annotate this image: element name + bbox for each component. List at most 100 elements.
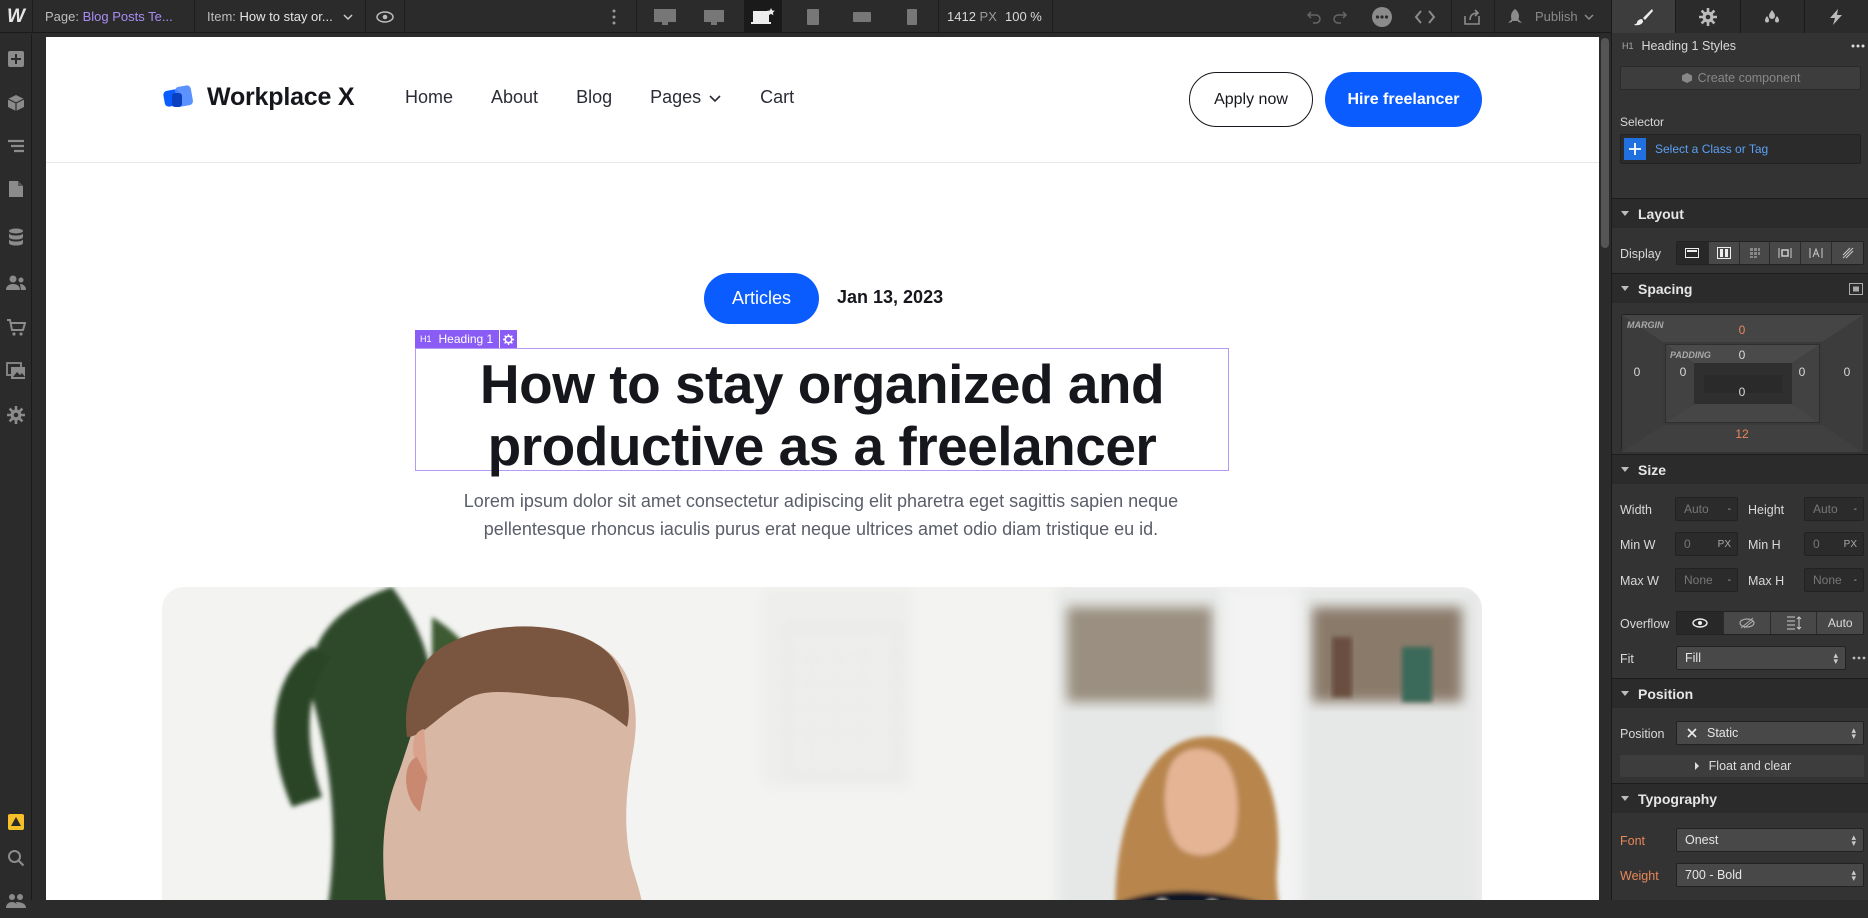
max-height-unit: -: [1853, 574, 1857, 586]
spacing-section-header[interactable]: Spacing: [1612, 273, 1868, 303]
undo-icon[interactable]: [1303, 0, 1325, 33]
nav-dropdown-pages[interactable]: Pages: [650, 87, 722, 108]
webflow-logo[interactable]: W: [0, 0, 32, 33]
overflow-scroll-icon[interactable]: [1769, 612, 1817, 634]
min-height-field[interactable]: 0 PX: [1804, 532, 1864, 556]
element-settings-tab[interactable]: [1675, 0, 1739, 33]
typography-section-header[interactable]: Typography: [1612, 783, 1868, 813]
padding-right-value[interactable]: 0: [1792, 365, 1812, 379]
search-icon[interactable]: [0, 841, 31, 875]
share-icon[interactable]: [1459, 0, 1485, 33]
breakpoint-tablet-icon[interactable]: [794, 0, 832, 33]
pages-icon[interactable]: [0, 172, 31, 206]
hire-freelancer-button[interactable]: Hire freelancer: [1325, 72, 1482, 127]
padding-top-value[interactable]: 0: [1732, 348, 1752, 362]
padding-bottom-value[interactable]: 0: [1732, 385, 1752, 399]
margin-left-value[interactable]: 0: [1627, 365, 1647, 379]
min-width-field[interactable]: 0 PX: [1675, 532, 1738, 556]
ecommerce-cart-icon[interactable]: [0, 310, 31, 344]
navigator-icon[interactable]: [0, 129, 31, 163]
margin-caption: MARGIN: [1627, 320, 1664, 330]
display-flex-icon[interactable]: [1707, 242, 1739, 264]
style-brush-tab[interactable]: [1612, 0, 1676, 33]
width-unit: -: [1727, 503, 1731, 515]
spacing-presets-icon[interactable]: [1849, 282, 1863, 295]
category-pill[interactable]: Articles: [704, 273, 819, 324]
overflow-auto-option[interactable]: Auto: [1816, 612, 1863, 634]
display-grid-icon[interactable]: [1738, 242, 1770, 264]
max-width-field[interactable]: None -: [1675, 568, 1738, 592]
breakpoint-desktop-base-icon[interactable]: [744, 0, 782, 33]
zoom-level[interactable]: 100 %: [1005, 0, 1042, 33]
selector-placeholder: Select a Class or Tag: [1655, 142, 1769, 156]
display-inline-icon[interactable]: [1800, 242, 1832, 264]
nav-link-cart[interactable]: Cart: [760, 87, 794, 108]
nav-link-home[interactable]: Home: [405, 87, 453, 108]
size-section-header[interactable]: Size: [1612, 454, 1868, 484]
panel-tabs: [1611, 0, 1868, 33]
overflow-hidden-icon[interactable]: [1723, 612, 1770, 634]
code-export-icon[interactable]: [1410, 0, 1440, 33]
margin-bottom-value[interactable]: 12: [1732, 427, 1752, 441]
selected-element-tag[interactable]: H1 Heading 1: [415, 330, 518, 348]
more-horizontal-icon[interactable]: [1851, 44, 1865, 48]
hero-image[interactable]: [162, 587, 1482, 900]
font-family-select[interactable]: Onest ▴ ▾: [1676, 828, 1864, 852]
close-x-icon: [1687, 728, 1697, 738]
apply-now-button[interactable]: Apply now: [1189, 72, 1313, 127]
page-breadcrumb[interactable]: Page: Blog Posts Te...: [45, 0, 173, 33]
more-vertical-icon[interactable]: [604, 0, 624, 33]
display-block-icon[interactable]: [1677, 242, 1708, 264]
collaborators-icon[interactable]: [0, 884, 31, 918]
overflow-visible-eye-icon[interactable]: [1677, 612, 1724, 634]
object-fit-select[interactable]: Fill ▴ ▾: [1676, 646, 1846, 670]
interactions-bolt-tab[interactable]: [1803, 0, 1868, 33]
preview-eye-icon[interactable]: [372, 0, 398, 33]
breakpoint-mobile-landscape-icon[interactable]: [843, 0, 881, 33]
cms-icon[interactable]: [0, 220, 31, 254]
item-value[interactable]: How to stay or...: [240, 9, 333, 24]
audit-warning-icon[interactable]: [0, 805, 31, 839]
display-inline-block-icon[interactable]: [1769, 242, 1801, 264]
margin-right-value[interactable]: 0: [1837, 365, 1857, 379]
position-select[interactable]: Static ▴ ▾: [1676, 721, 1864, 745]
float-and-clear-toggle[interactable]: Float and clear: [1620, 755, 1864, 777]
components-icon[interactable]: [0, 86, 31, 120]
margin-top-value[interactable]: 0: [1732, 323, 1752, 337]
font-weight-select[interactable]: 700 - Bold ▴ ▾: [1676, 863, 1864, 887]
item-breadcrumb[interactable]: Item: How to stay or...: [207, 0, 355, 33]
add-class-plus-icon[interactable]: [1624, 138, 1646, 160]
layout-section-header[interactable]: Layout: [1612, 198, 1868, 228]
breakpoint-mobile-portrait-icon[interactable]: [893, 0, 931, 33]
post-heading[interactable]: How to stay organized and productive as …: [415, 353, 1229, 477]
designer-canvas[interactable]: Workplace X Home About Blog Pages Cart A…: [46, 37, 1599, 900]
users-icon[interactable]: [0, 266, 31, 300]
comments-icon[interactable]: [1369, 0, 1395, 33]
add-elements-icon[interactable]: [0, 42, 31, 76]
assets-icon[interactable]: [0, 354, 31, 388]
scrollbar-thumb[interactable]: [1601, 38, 1609, 248]
page-value[interactable]: Blog Posts Te...: [83, 9, 173, 24]
more-horizontal-icon[interactable]: [1852, 656, 1866, 660]
width-field[interactable]: Auto -: [1675, 497, 1738, 521]
breakpoint-1440-icon[interactable]: [695, 0, 733, 33]
canvas-width-readout[interactable]: 1412 PX: [947, 0, 997, 33]
element-settings-gear-icon[interactable]: [500, 330, 518, 348]
style-manager-drops-tab[interactable]: [1739, 0, 1804, 33]
max-height-field[interactable]: None -: [1804, 568, 1864, 592]
post-subtitle[interactable]: Lorem ipsum dolor sit amet consectetur a…: [426, 487, 1216, 543]
redo-icon[interactable]: [1329, 0, 1351, 33]
nav-link-about[interactable]: About: [491, 87, 538, 108]
display-none-icon[interactable]: [1831, 242, 1863, 264]
nav-link-blog[interactable]: Blog: [576, 87, 612, 108]
padding-left-value[interactable]: 0: [1673, 365, 1693, 379]
publish-button[interactable]: Publish: [1505, 0, 1595, 33]
create-component-button[interactable]: Create component: [1620, 66, 1861, 90]
canvas-scrollbar[interactable]: [1599, 34, 1611, 900]
position-section-header[interactable]: Position: [1612, 678, 1868, 708]
selector-field[interactable]: Select a Class or Tag: [1620, 134, 1861, 164]
settings-gear-icon[interactable]: [0, 398, 31, 432]
brand-link[interactable]: Workplace X: [162, 81, 355, 113]
breakpoint-1920-icon[interactable]: [646, 0, 684, 33]
height-field[interactable]: Auto -: [1804, 497, 1864, 521]
